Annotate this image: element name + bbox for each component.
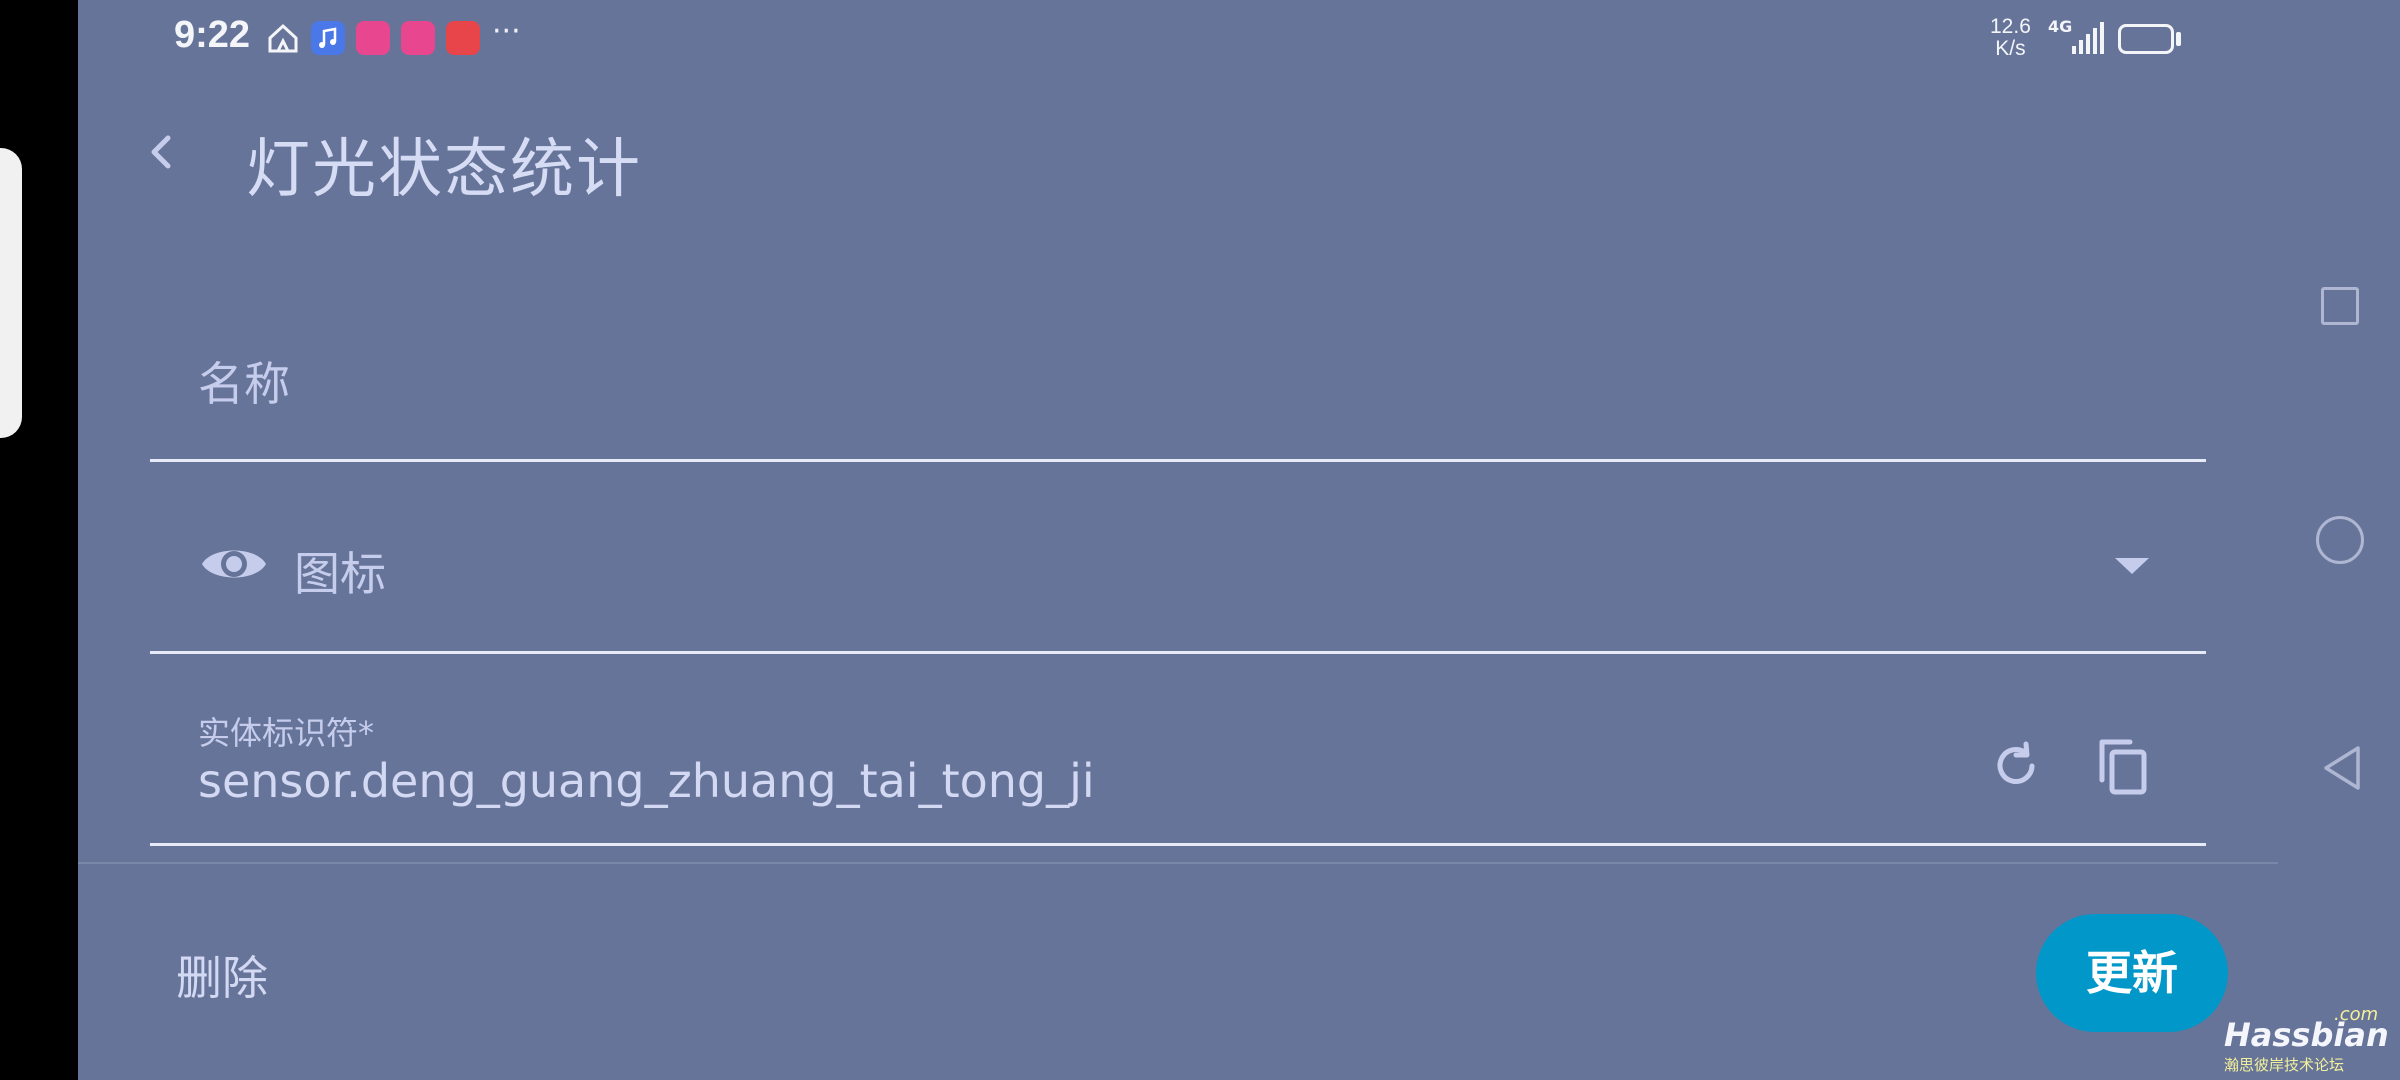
- signal-icon: [2068, 20, 2104, 56]
- bilibili-app-icon: [401, 21, 435, 55]
- watermark-logo: Hassbian: [2224, 1016, 2389, 1054]
- entity-id-value[interactable]: sensor.deng_guang_zhuang_tai_tong_ji: [198, 754, 1095, 808]
- name-field[interactable]: 名称: [150, 320, 2206, 462]
- huawei-app-icon: [446, 21, 480, 55]
- more-notifications-indicator: ···: [492, 14, 521, 49]
- battery-icon: 47: [2118, 24, 2174, 54]
- copy-icon[interactable]: [2094, 734, 2154, 798]
- back-nav-icon[interactable]: [2318, 742, 2366, 794]
- divider: [78, 862, 2278, 864]
- screen-edge: [0, 0, 78, 1080]
- battery-level: 47: [2134, 28, 2158, 50]
- name-placeholder: 名称: [198, 357, 290, 411]
- icon-picker-field[interactable]: 图标: [150, 462, 2206, 654]
- music-app-icon: [311, 21, 345, 55]
- update-button[interactable]: 更新: [2036, 914, 2228, 1032]
- network-speed: 12.6 K/s: [1990, 16, 2031, 60]
- back-button[interactable]: [138, 128, 186, 176]
- dropdown-arrow-icon[interactable]: [2115, 558, 2149, 574]
- side-handle[interactable]: [0, 148, 22, 438]
- entity-id-field[interactable]: 实体标识符* sensor.deng_guang_zhuang_tai_tong…: [150, 654, 2206, 846]
- refresh-icon[interactable]: [1986, 736, 2046, 796]
- bilibili-app-icon: [356, 21, 390, 55]
- watermark: .com Hassbian 瀚思彼岸技术论坛: [2218, 1004, 2398, 1076]
- chevron-left-icon: [151, 135, 171, 169]
- status-bar: 9:22 ··· 12.6 K/s 4G 47: [78, 0, 2278, 78]
- recent-apps-icon[interactable]: [2321, 287, 2359, 325]
- home-icon: [266, 21, 300, 55]
- network-speed-unit: K/s: [1995, 37, 2026, 60]
- watermark-subtitle: 瀚思彼岸技术论坛: [2224, 1056, 2345, 1074]
- page-title: 灯光状态统计: [246, 133, 642, 207]
- entity-id-label: 实体标识符*: [198, 714, 375, 752]
- system-navigation-bar: [2278, 0, 2400, 1080]
- status-time: 9:22: [174, 14, 251, 56]
- battery-cap: [2176, 32, 2181, 46]
- network-speed-value: 12.6: [1990, 15, 2031, 38]
- delete-button[interactable]: 删除: [176, 942, 268, 1008]
- icon-picker-label: 图标: [294, 547, 386, 601]
- home-nav-icon[interactable]: [2316, 516, 2364, 564]
- eye-icon: [202, 550, 266, 578]
